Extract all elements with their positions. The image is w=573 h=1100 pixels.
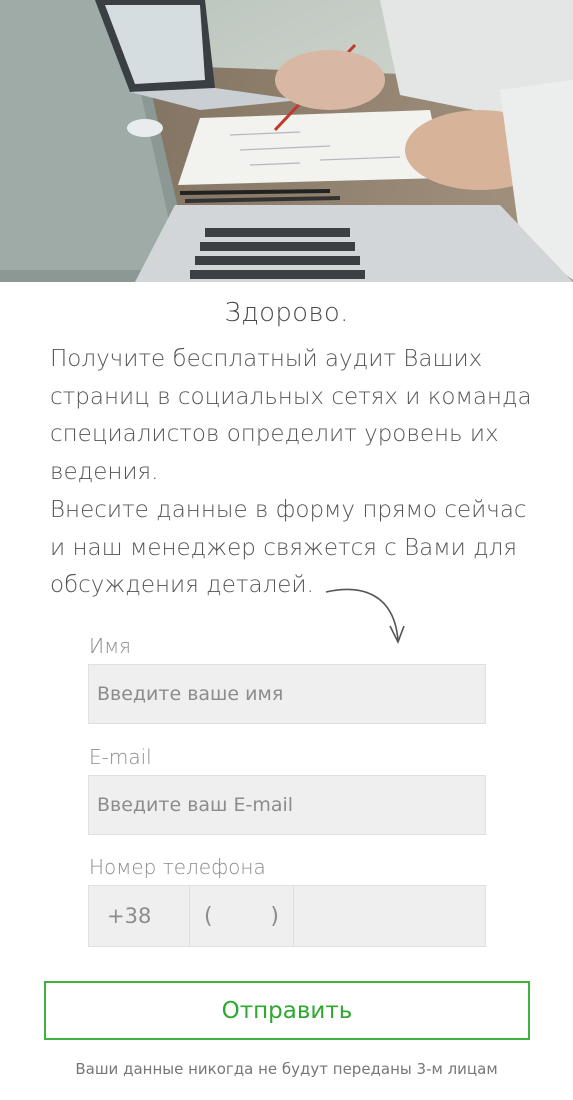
area-open-paren: ( <box>204 903 213 929</box>
name-label: Имя <box>89 634 132 658</box>
name-input[interactable] <box>88 664 486 724</box>
email-input[interactable] <box>88 775 486 835</box>
curved-arrow-down-icon <box>325 588 405 644</box>
phone-area-code-input[interactable]: ( ) <box>190 886 294 946</box>
intro-paragraph-form: Внесите данные в форму прямо сейчас и на… <box>50 497 527 598</box>
hero-photo <box>0 0 573 282</box>
email-label: E-mail <box>89 745 152 769</box>
phone-label: Номер телефона <box>89 855 266 879</box>
phone-field-group: +38 ( ) <box>88 885 486 947</box>
country-code-text: +38 <box>107 904 152 928</box>
area-close-paren: ) <box>270 903 279 929</box>
privacy-note: Ваши данные никогда не будут переданы 3-… <box>75 1060 498 1078</box>
intro-paragraph-audit: Получите бесплатный аудит Ваших страниц … <box>50 346 532 485</box>
phone-number-input[interactable] <box>294 886 485 946</box>
submit-button[interactable]: Отправить <box>44 981 530 1040</box>
greeting-heading: Здорово. <box>224 298 349 328</box>
phone-country-code[interactable]: +38 <box>89 886 190 946</box>
